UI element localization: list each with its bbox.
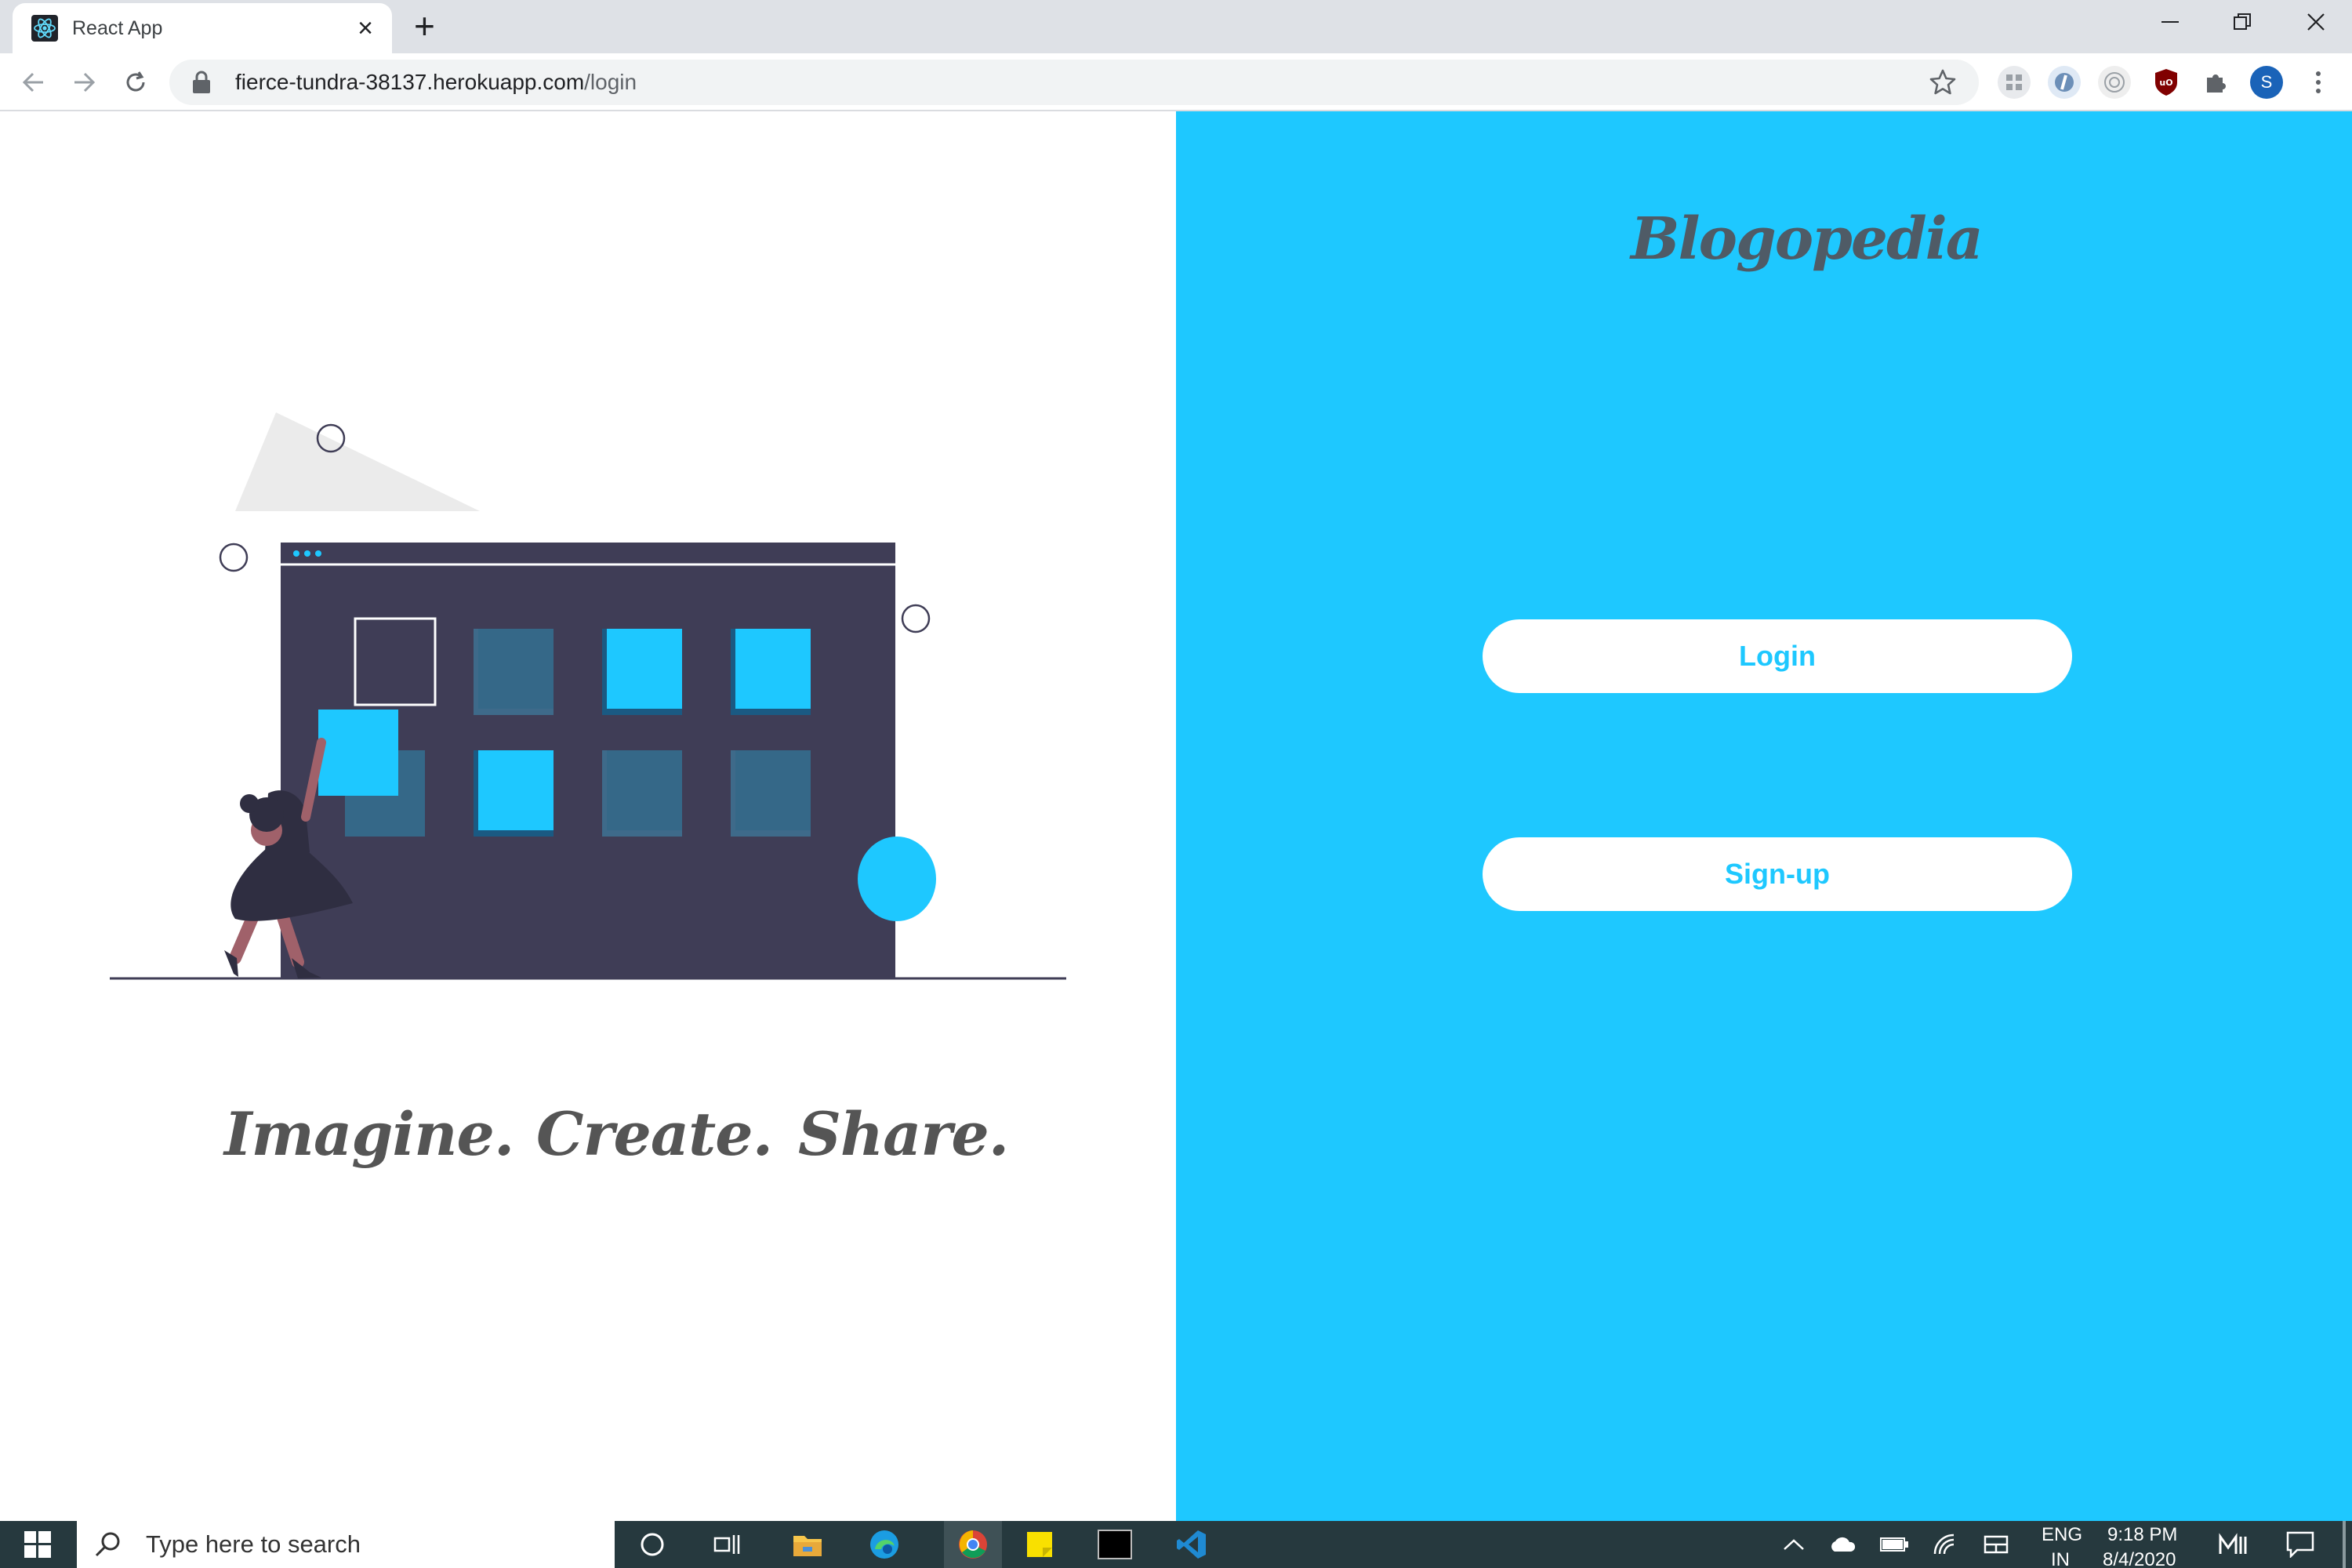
circle-outline	[219, 543, 249, 572]
kebab-menu-icon[interactable]	[2302, 66, 2335, 99]
chrome-icon[interactable]	[944, 1521, 1002, 1568]
reload-icon[interactable]	[118, 64, 154, 100]
tagline-create: Create.	[536, 1099, 773, 1169]
new-tab-icon[interactable]: +	[414, 8, 435, 44]
triangle-shape	[235, 412, 480, 511]
windows-start-icon[interactable]	[0, 1521, 75, 1568]
lock-icon[interactable]	[191, 71, 212, 94]
address-bar[interactable]: fierce-tundra-38137.herokuapp.com /login	[169, 60, 1979, 105]
react-icon	[31, 15, 58, 42]
left-panel: Imagine. Create. Share.	[0, 111, 1176, 1521]
tagline-share: Share.	[798, 1099, 1009, 1169]
vscode-icon[interactable]	[1173, 1526, 1210, 1563]
close-tab-icon[interactable]: ×	[358, 15, 373, 42]
circle-outline	[901, 604, 931, 633]
right-panel: Blogopedia Login Sign-up	[1176, 111, 2352, 1521]
back-arrow-icon[interactable]	[16, 64, 52, 100]
sticky-notes-icon[interactable]	[1021, 1526, 1058, 1563]
svg-text:uO: uO	[2159, 78, 2172, 88]
task-view-icon[interactable]	[709, 1526, 746, 1563]
search-icon	[95, 1532, 120, 1557]
forward-arrow-icon[interactable]	[66, 64, 102, 100]
clock-date: 8/4/2020	[2103, 1549, 2176, 1568]
extension-compass-icon[interactable]	[2048, 66, 2081, 99]
browser-toolbar: fierce-tundra-38137.herokuapp.com /login…	[0, 53, 2352, 111]
tab-title: React App	[72, 16, 163, 39]
browser-tab[interactable]: React App ×	[13, 3, 392, 53]
minimize-icon[interactable]	[2134, 0, 2206, 44]
display-icon[interactable]	[1977, 1526, 2015, 1563]
url-host: fierce-tundra-38137.herokuapp.com	[235, 70, 585, 94]
terminal-icon[interactable]	[1096, 1526, 1134, 1563]
edge-icon[interactable]	[866, 1526, 903, 1563]
language-sub-label: IN	[2051, 1549, 2070, 1568]
cortana-icon[interactable]	[633, 1526, 671, 1563]
clock-time[interactable]: 9:18 PM	[2107, 1524, 2177, 1546]
signup-button[interactable]: Sign-up	[1483, 837, 2072, 911]
show-desktop-divider[interactable]	[2343, 1521, 2346, 1568]
url-path: /login	[584, 70, 637, 94]
tab-strip: React App × +	[0, 0, 2352, 53]
ublock-shield-icon[interactable]: uO	[2150, 66, 2183, 99]
tagline-imagine: Imagine.	[224, 1099, 514, 1169]
bookmark-star-icon[interactable]	[1929, 68, 1957, 96]
search-placeholder: Type here to search	[146, 1530, 361, 1558]
puzzle-icon[interactable]	[2200, 66, 2233, 99]
profile-avatar[interactable]: S	[2250, 66, 2283, 99]
wifi-icon[interactable]	[1926, 1526, 1963, 1563]
close-window-icon[interactable]	[2280, 0, 2352, 44]
windows-taskbar: Type here to search ENG IN 9:18 PM 8/4/2…	[0, 1521, 2352, 1568]
battery-icon[interactable]	[1875, 1526, 1913, 1563]
extension-target-icon[interactable]	[2098, 66, 2131, 99]
notification-icon[interactable]	[2281, 1526, 2319, 1563]
brand-logo: Blogopedia	[1631, 205, 1984, 273]
meet-now-icon[interactable]	[2214, 1526, 2252, 1563]
onedrive-icon[interactable]	[1824, 1526, 1861, 1563]
illustration	[110, 412, 1066, 980]
chevron-up-icon[interactable]	[1775, 1526, 1813, 1563]
language-label[interactable]: ENG	[2042, 1524, 2082, 1546]
login-button[interactable]: Login	[1483, 619, 2072, 693]
restore-icon[interactable]	[2206, 0, 2278, 44]
taskbar-search[interactable]: Type here to search	[77, 1521, 615, 1568]
extension-grid-icon[interactable]	[1998, 66, 2031, 99]
file-explorer-icon[interactable]	[789, 1526, 826, 1563]
